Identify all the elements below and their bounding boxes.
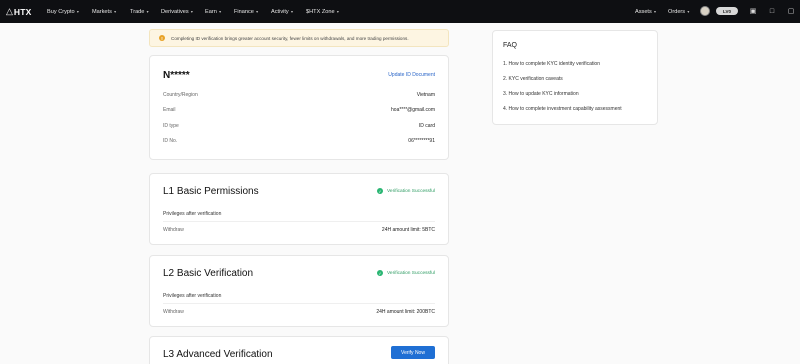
chevron-down-icon: ▼: [686, 9, 691, 14]
l1-card: L1 Basic Permissions ✓ Verification Succ…: [149, 173, 449, 245]
faq-item-kyc-identity[interactable]: 1. How to complete KYC identity verifica…: [503, 61, 600, 67]
chevron-down-icon: ▼: [255, 9, 259, 14]
l2-title: L2 Basic Verification: [163, 268, 254, 279]
l1-status: ✓ Verification Successful: [377, 188, 435, 194]
faq-title: FAQ: [503, 42, 518, 49]
chevron-down-icon: ▼: [290, 9, 294, 14]
nav-derivatives[interactable]: Derivatives ▼: [161, 0, 194, 23]
nav-derivatives-label: Derivatives: [161, 8, 189, 15]
check-circle-icon: ✓: [377, 270, 383, 276]
nav-orders[interactable]: Orders ▼: [668, 0, 690, 23]
l2-status: ✓ Verification Successful: [377, 270, 435, 276]
nav-earn-label: Earn: [205, 8, 217, 15]
country-label: Country/Region: [163, 92, 198, 98]
l3-title: L3 Advanced Verification: [163, 349, 273, 360]
verify-now-button[interactable]: Verify Now: [391, 346, 435, 359]
email-value: hoa****@gmail.com: [391, 107, 435, 113]
chevron-down-icon: ▼: [218, 9, 222, 14]
divider: [163, 303, 435, 304]
divider: [163, 221, 435, 222]
nav-assets[interactable]: Assets ▼: [635, 0, 657, 23]
nav-markets[interactable]: Markets ▼: [92, 0, 117, 23]
faq-item-kyc-caveats[interactable]: 2. KYC verification caveats: [503, 76, 563, 82]
flame-logo-icon: △: [6, 6, 13, 16]
check-circle-icon: ✓: [377, 188, 383, 194]
nav-buy-crypto[interactable]: Buy Crypto ▼: [47, 0, 80, 23]
identity-card: N***** Update ID Document Country/Region…: [149, 55, 449, 160]
nav-orders-label: Orders: [668, 8, 686, 15]
l2-status-text: Verification Successful: [387, 270, 435, 276]
l1-withdraw-label: Withdraw: [163, 227, 184, 233]
htx-logo[interactable]: △ HTX: [6, 6, 42, 17]
l1-withdraw-limit: 24H amount limit: 5BTC: [381, 227, 435, 233]
chevron-down-icon: ▼: [336, 9, 340, 14]
l1-status-text: Verification Successful: [387, 188, 435, 194]
faq-card: FAQ 1. How to complete KYC identity veri…: [492, 30, 658, 125]
masked-name: N*****: [163, 70, 190, 81]
faq-item-update-kyc[interactable]: 3. How to update KYC information: [503, 91, 579, 97]
nav-assets-label: Assets: [635, 8, 652, 15]
l1-title: L1 Basic Permissions: [163, 186, 259, 197]
l2-card: L2 Basic Verification ✓ Verification Suc…: [149, 255, 449, 327]
nav-htx-zone-label: $HTX Zone: [306, 8, 335, 15]
bell-icon[interactable]: ▢: [786, 6, 796, 16]
nav-earn[interactable]: Earn ▼: [205, 0, 222, 23]
notice-text: Completing ID verification brings greate…: [171, 35, 409, 41]
update-id-document-link[interactable]: Update ID Document: [388, 72, 435, 78]
nav-buy-crypto-label: Buy Crypto: [47, 8, 75, 15]
nav-activity-label: Activity: [271, 8, 289, 15]
download-icon[interactable]: □: [767, 6, 777, 16]
top-navigation: △ HTX Buy Crypto ▼ Markets ▼ Trade ▼ Deriva…: [0, 0, 800, 23]
document-icon[interactable]: ▣: [748, 6, 758, 16]
nav-finance[interactable]: Finance ▼: [234, 0, 259, 23]
l2-privileges: Privileges after verification: [163, 293, 222, 299]
info-row-id-no: ID No. 06********91: [163, 138, 435, 146]
country-value: Vietnam: [416, 92, 435, 98]
l2-withdraw-label: Withdraw: [163, 309, 184, 315]
chevron-down-icon: ▼: [190, 9, 194, 14]
chevron-down-icon: ▼: [145, 9, 150, 14]
email-label: Email: [163, 107, 176, 113]
nav-trade[interactable]: Trade ▼: [130, 0, 149, 23]
nav-trade-label: Trade: [130, 8, 145, 15]
faq-item-investment-assessment[interactable]: 4. How to complete investment capability…: [503, 106, 622, 112]
nav-markets-label: Markets: [92, 8, 112, 15]
id-no-value: 06********91: [408, 138, 435, 144]
l2-withdraw-limit: 24H amount limit: 200BTC: [376, 309, 435, 315]
chevron-down-icon: ▼: [653, 9, 657, 14]
id-no-label: ID No.: [163, 138, 178, 144]
l1-privileges: Privileges after verification: [163, 211, 222, 217]
nav-activity[interactable]: Activity ▼: [271, 0, 294, 23]
chevron-down-icon: ▼: [113, 9, 117, 14]
info-row-id-type: ID type ID card: [163, 123, 435, 131]
user-avatar[interactable]: [700, 6, 710, 16]
verification-notice: ! Completing ID verification brings grea…: [149, 29, 449, 47]
logo-text: HTX: [13, 6, 32, 17]
warning-icon: !: [159, 35, 165, 41]
nav-finance-label: Finance: [234, 8, 254, 15]
l3-card: L3 Advanced Verification Verify Now: [149, 336, 449, 364]
id-type-label: ID type: [163, 123, 179, 129]
info-row-email: Email hoa****@gmail.com: [163, 107, 435, 115]
id-type-value: ID card: [418, 123, 435, 129]
level-badge[interactable]: LV0: [716, 7, 738, 15]
chevron-down-icon: ▼: [76, 9, 80, 14]
info-row-country: Country/Region Vietnam: [163, 92, 435, 100]
nav-htx-zone[interactable]: $HTX Zone ▼: [306, 0, 340, 23]
